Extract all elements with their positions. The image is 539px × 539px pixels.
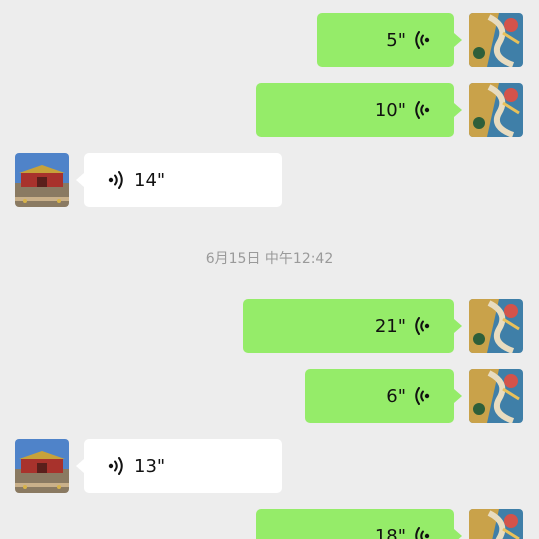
- voice-duration: 13": [134, 455, 166, 477]
- message-row: 6": [0, 369, 539, 425]
- message-row: 13": [0, 439, 539, 495]
- self-avatar[interactable]: [469, 369, 523, 423]
- voice-wave-icon: [414, 30, 430, 50]
- voice-duration: 5": [386, 29, 406, 51]
- voice-wave-icon: [414, 386, 430, 406]
- voice-message-bubble[interactable]: 21": [243, 299, 462, 353]
- voice-message-bubble[interactable]: 6": [305, 369, 462, 423]
- message-row: 18": [0, 509, 539, 539]
- voice-duration: 18": [374, 525, 406, 539]
- voice-wave-icon: [414, 316, 430, 336]
- chat-timestamp: 6月15日 中午12:42: [205, 251, 334, 267]
- self-avatar[interactable]: [469, 13, 523, 67]
- contact-avatar[interactable]: [15, 439, 69, 493]
- chat-area[interactable]: 5" 10" 14" 6月15日 中午12:42 21" 6" 13" 18": [0, 0, 539, 539]
- message-row: 5": [0, 13, 539, 69]
- voice-wave-icon: [414, 526, 430, 539]
- voice-message-bubble[interactable]: 5": [317, 13, 462, 67]
- self-avatar[interactable]: [469, 83, 523, 137]
- voice-duration: 21": [374, 315, 406, 337]
- message-row: 14": [0, 153, 539, 209]
- contact-avatar[interactable]: [15, 153, 69, 207]
- voice-duration: 10": [374, 99, 406, 121]
- voice-message-bubble[interactable]: 18": [256, 509, 462, 539]
- voice-message-bubble[interactable]: 14": [76, 153, 282, 207]
- voice-wave-icon: [108, 456, 124, 476]
- self-avatar[interactable]: [469, 509, 523, 539]
- message-row: 21": [0, 299, 539, 355]
- message-row: 10": [0, 83, 539, 139]
- voice-duration: 6": [386, 385, 406, 407]
- voice-message-bubble[interactable]: 13": [76, 439, 282, 493]
- self-avatar[interactable]: [469, 299, 523, 353]
- voice-duration: 14": [134, 169, 166, 191]
- voice-message-bubble[interactable]: 10": [256, 83, 462, 137]
- voice-wave-icon: [414, 100, 430, 120]
- voice-wave-icon: [108, 170, 124, 190]
